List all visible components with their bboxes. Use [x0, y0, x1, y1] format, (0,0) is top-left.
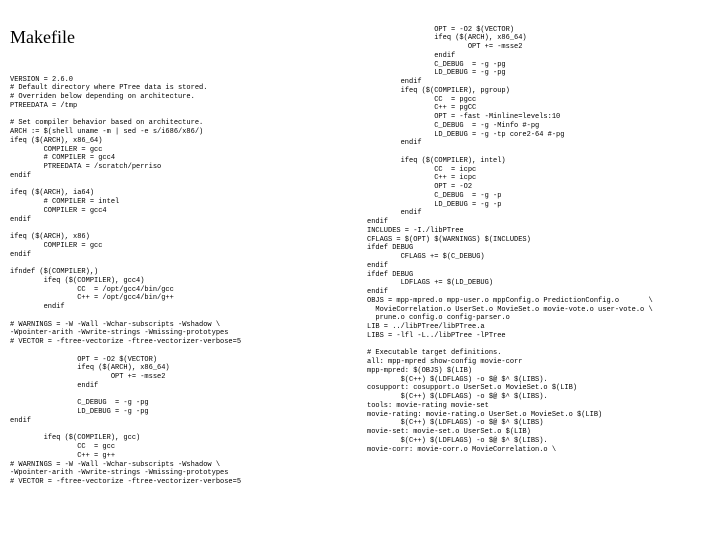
left-column: Makefile VERSION = 2.6.0 # Default direc…	[10, 8, 353, 504]
document-title: Makefile	[10, 26, 353, 49]
left-code-block: VERSION = 2.6.0 # Default directory wher…	[10, 76, 353, 487]
right-column: OPT = -O2 $(VECTOR) ifeq ($(ARCH), x86_6…	[367, 8, 710, 504]
makefile-page: Makefile VERSION = 2.6.0 # Default direc…	[0, 0, 720, 512]
right-code-block: OPT = -O2 $(VECTOR) ifeq ($(ARCH), x86_6…	[367, 26, 710, 455]
